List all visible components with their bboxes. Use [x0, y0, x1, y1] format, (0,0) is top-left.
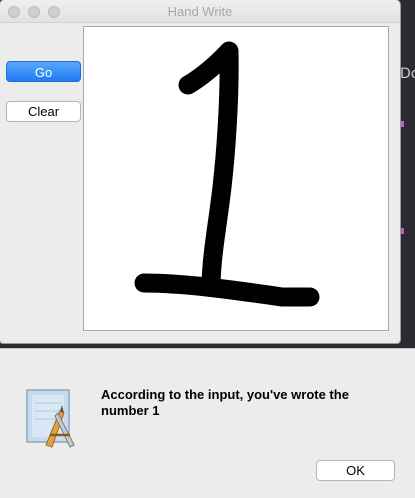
dialog-message: According to the input, you've wrote the… [101, 387, 349, 418]
background-marker [401, 121, 404, 127]
window-title: Hand Write [167, 4, 233, 19]
side-panel: Go Clear [0, 23, 83, 343]
background-marker [401, 228, 404, 234]
drawing-canvas[interactable] [83, 26, 389, 331]
ok-button[interactable]: OK [316, 460, 395, 481]
background-text-fragment: Do [400, 66, 415, 82]
go-button[interactable]: Go [6, 61, 81, 82]
clear-button[interactable]: Clear [6, 101, 81, 122]
handwritten-stroke [134, 41, 320, 307]
title-bar[interactable]: Hand Write [0, 0, 400, 23]
alert-dialog: According to the input, you've wrote the… [0, 348, 415, 498]
hand-write-window: Hand Write Go Clear [0, 0, 400, 343]
app-icon [24, 387, 82, 451]
